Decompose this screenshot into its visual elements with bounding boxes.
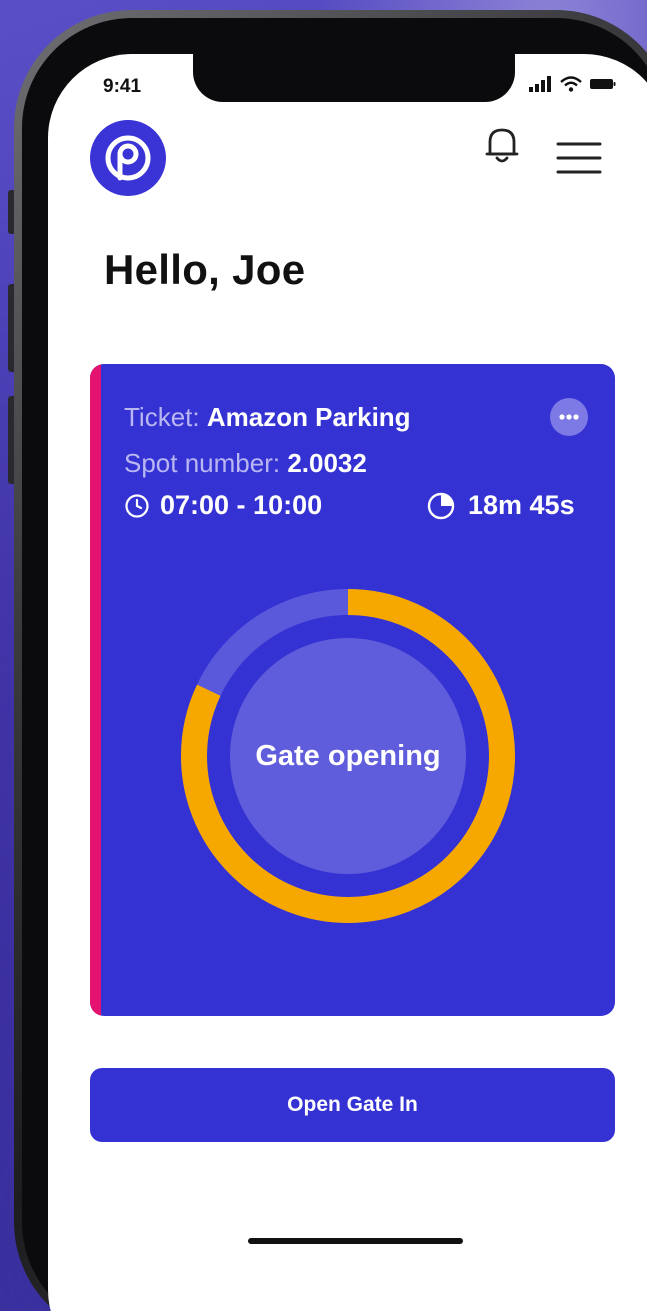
spot-line: Spot number: 2.0032 (124, 448, 367, 479)
more-dots-icon[interactable] (550, 398, 588, 436)
notch (193, 54, 515, 102)
wifi-icon (560, 76, 582, 92)
time-range: 07:00 - 10:00 (160, 490, 323, 520)
open-gate-in-button[interactable]: Open Gate In (90, 1068, 615, 1142)
greeting-title: Hello, Joe (104, 246, 306, 293)
gate-status-label[interactable]: Gate opening (178, 586, 518, 926)
parking-ticket-card: Ticket: Amazon Parking Spot number: 2.00… (90, 364, 615, 1016)
ticket-label: Ticket: (124, 402, 200, 432)
battery-icon (590, 79, 616, 89)
status-icons (528, 76, 616, 92)
time-remaining-row: 18m 45s (426, 490, 575, 521)
signal-icon (529, 76, 551, 92)
time-remaining: 18m 45s (468, 490, 575, 520)
bell-icon[interactable] (482, 124, 522, 166)
spot-number: 2.0032 (287, 448, 367, 478)
clock-icon (125, 493, 149, 518)
gate-progress-ring: Gate opening (178, 586, 518, 926)
time-range-row: 07:00 - 10:00 (124, 490, 322, 521)
card-accent-stripe (90, 364, 101, 1016)
phone-frame: 9:41 Hello, Joe Ticket: Amazon Parking S… (14, 10, 647, 1311)
parking-logo-icon[interactable] (90, 120, 166, 196)
ticket-line: Ticket: Amazon Parking (124, 402, 411, 433)
status-time: 9:41 (103, 76, 142, 97)
hamburger-menu-icon[interactable] (556, 140, 602, 176)
pie-timer-icon (427, 492, 455, 519)
app-screen: 9:41 Hello, Joe Ticket: Amazon Parking S… (48, 54, 647, 1311)
home-indicator (248, 1238, 463, 1244)
ticket-name: Amazon Parking (206, 402, 411, 432)
parking-logo-glyph (105, 135, 151, 181)
spot-label: Spot number: (124, 448, 281, 478)
